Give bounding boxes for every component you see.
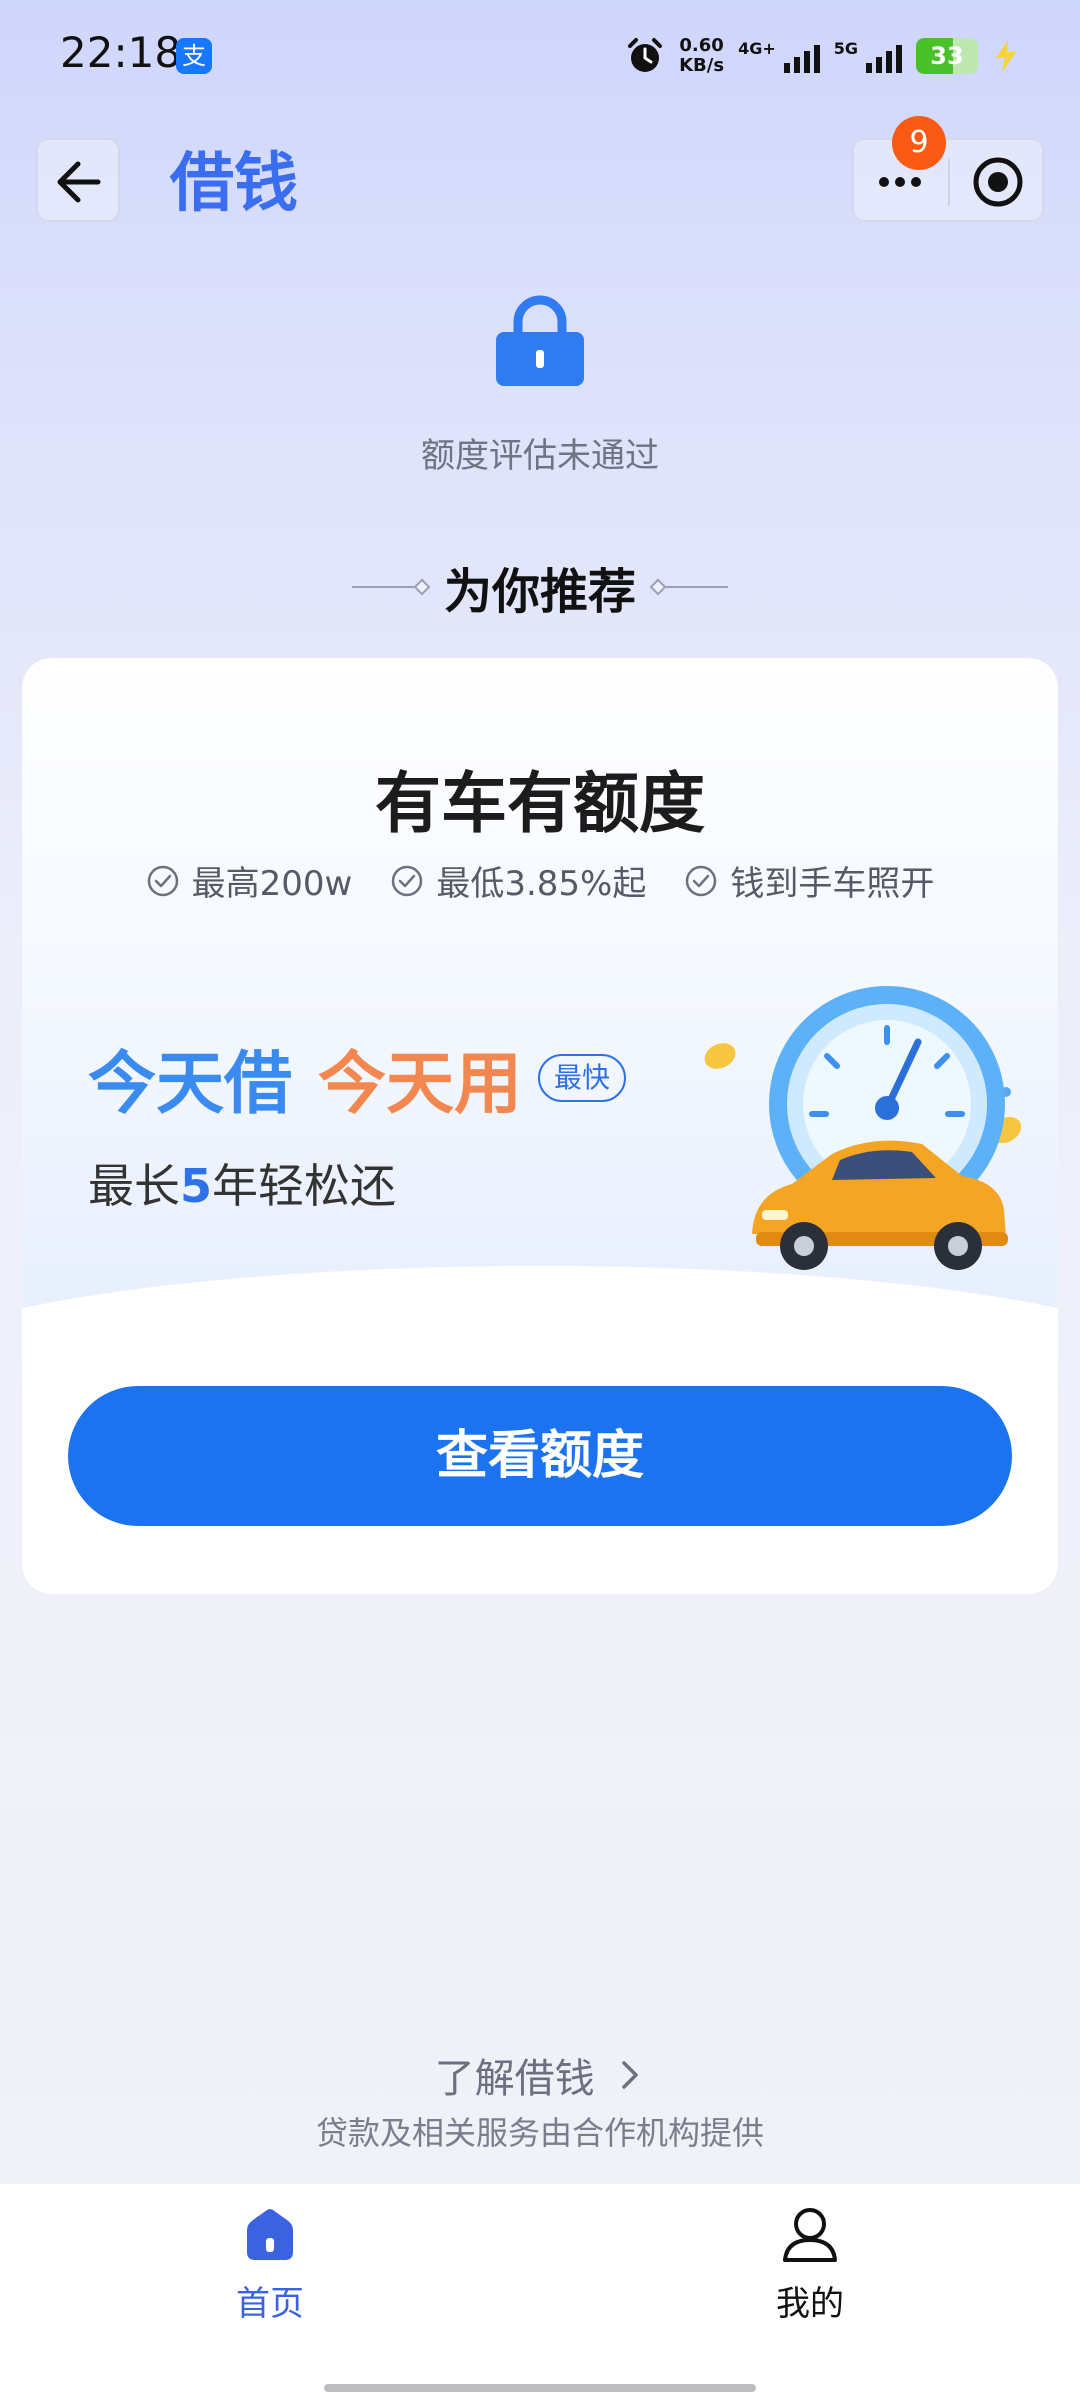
net-speed-value: 0.60 [679,35,724,56]
tab-home-label: 首页 [236,2284,304,2324]
check-circle-icon [686,865,717,896]
alipay-app-badge: 支 [176,38,212,74]
bottom-tab-bar: 首页 我的 [0,2184,1080,2400]
notification-badge: 9 [892,116,946,170]
net-speed: 0.60 KB/s [679,36,724,76]
fastest-tag: 最快 [538,1053,627,1102]
feature-item: 钱到手车照开 [684,856,934,905]
status-indicators: 0.60 KB/s 4G+ 5G 33 [625,30,1020,82]
term-number: 5 [180,1159,213,1213]
assessment-status: 额度评估未通过 [421,436,659,476]
learn-more-link[interactable]: 了解借钱 [0,2046,1080,2104]
recommendation-card[interactable]: 有车有额度 最高200w 最低3.85%起 钱到手车照开 今天借 今天用 最快 … [22,658,1058,1594]
target-icon[interactable] [970,154,1026,210]
check-circle-icon [147,865,178,896]
slogan-use: 今天用 [318,1045,523,1124]
back-button[interactable] [36,138,120,222]
mini-program-capsule [852,138,1044,222]
alarm-icon [628,38,663,72]
signal-5g-icon: 5G [834,39,902,73]
check-quota-button[interactable]: 查看额度 [68,1386,1012,1526]
check-circle-icon [392,865,423,896]
lock-icon [496,295,584,386]
card-title: 有车有额度 [375,765,705,842]
battery-icon: 33 [916,38,978,74]
speedometer-car-illustration [704,986,1022,1270]
slogan: 今天借 今天用 最快 [88,1028,627,1127]
home-indicator[interactable] [324,2384,756,2392]
charging-icon [996,40,1016,72]
section-header: 为你推荐 [0,552,1080,622]
arrow-left-icon [57,161,101,203]
decor-line-right [658,586,728,588]
chevron-right-icon [622,2061,639,2089]
tab-home[interactable]: 首页 [180,2204,360,2325]
learn-more-label: 了解借钱 [434,2056,595,2102]
tab-me-label: 我的 [776,2284,844,2324]
signal-2-label: 5G [833,39,858,58]
term-suffix: 年轻松还 [212,1159,397,1213]
repayment-term: 最长5年轻松还 [88,1150,396,1216]
home-icon [247,2209,293,2260]
tab-me[interactable]: 我的 [720,2204,900,2325]
status-time: 22:18 [60,28,182,77]
feature-item: 最低3.85%起 [390,856,646,905]
signal-icon: 4G+ [738,39,820,73]
battery-level: 33 [930,42,964,70]
feature-label: 最高200w [191,864,353,904]
signal-1-label: 4G+ [738,39,776,58]
provider-notice: 贷款及相关服务由合作机构提供 [315,2114,764,2152]
status-bar: 22:18 支 0.60 KB/s 4G+ 5G 33 [0,0,1080,110]
section-title: 为你推荐 [443,564,636,620]
feature-label: 最低3.85%起 [436,864,647,904]
page-title: 借钱 [170,147,298,221]
feature-label: 钱到手车照开 [730,864,935,904]
capsule-divider [948,158,950,206]
user-icon [783,2208,837,2262]
net-speed-unit: KB/s [679,55,725,76]
slogan-borrow: 今天借 [88,1045,293,1124]
feature-item: 最高200w [146,856,353,905]
feature-list: 最高200w 最低3.85%起 钱到手车照开 [22,856,1058,905]
decor-line-left [351,586,422,588]
term-prefix: 最长 [88,1159,180,1213]
